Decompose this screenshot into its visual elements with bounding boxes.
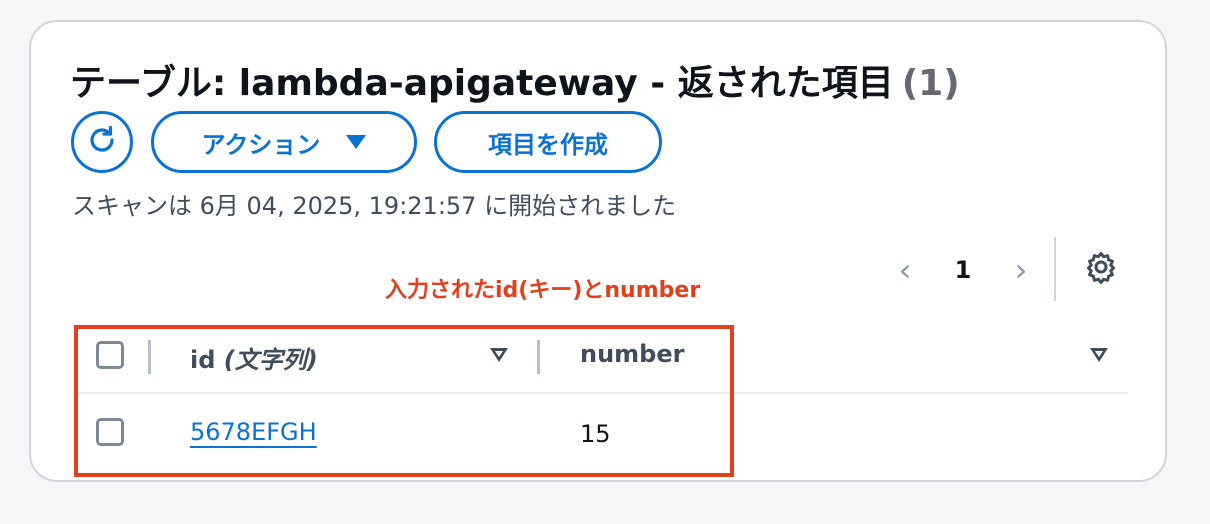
chevron-right-icon[interactable]: › [1006,246,1036,294]
caret-down-icon [346,135,367,149]
gear-icon [1084,250,1118,288]
select-all-checkbox[interactable] [96,341,124,369]
item-count: (1) [901,63,960,104]
table-row: 5678EFGH 15 [76,394,1128,474]
pagination: ‹ 1 › [890,246,1036,294]
current-page-number[interactable]: 1 [920,256,1006,284]
sort-number-icon[interactable] [1090,348,1108,362]
page-title: テーブル: lambda-apigateway - 返された項目 (1) [70,54,960,106]
column-resizer[interactable] [537,340,540,374]
scan-status: スキャンは 6月 04, 2025, 19:21:57 に開始されました [72,192,677,220]
column-separator [148,340,151,374]
sort-id-icon[interactable] [490,348,508,362]
actions-label: アクション [201,130,321,159]
refresh-button[interactable] [71,111,133,173]
pager-divider [1054,237,1056,301]
column-id-label: id [190,346,216,374]
column-header-id[interactable]: id (文字列) [190,340,318,375]
chevron-left-icon[interactable]: ‹ [890,246,920,294]
row-checkbox[interactable] [96,418,124,446]
row-id-link[interactable]: 5678EFGH [190,418,317,446]
title-text: テーブル: lambda-apigateway - 返された項目 [70,63,894,104]
row-number-value: 15 [580,420,611,448]
table-header: id (文字列) number [76,324,1128,394]
column-id-type: (文字列) [223,346,318,374]
annotation-label: 入力されたid(キー)とnumber [385,278,701,303]
column-header-number[interactable]: number [580,340,684,368]
settings-button[interactable] [1082,250,1120,288]
create-item-button[interactable]: 項目を作成 [434,111,662,173]
actions-dropdown-button[interactable]: アクション [151,111,417,173]
refresh-icon [85,123,119,161]
create-item-label: 項目を作成 [488,130,608,159]
